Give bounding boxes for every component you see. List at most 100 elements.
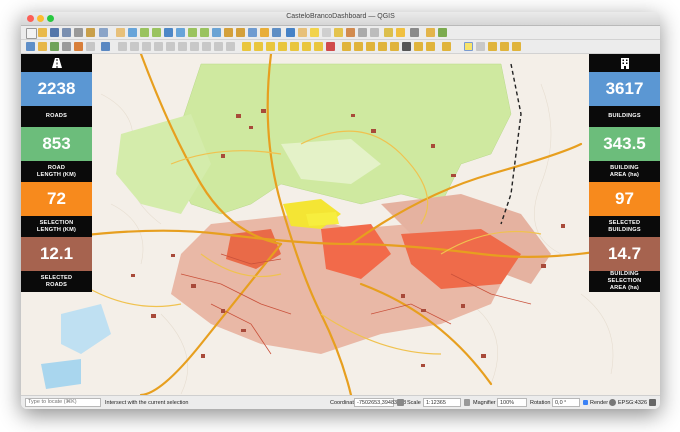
add-raster-layer-icon[interactable] <box>50 42 59 51</box>
cut-features-icon[interactable] <box>178 42 187 51</box>
locator-search-input[interactable] <box>25 398 101 407</box>
style-manager-icon[interactable] <box>99 28 108 37</box>
magnifier-label: Magnifier <box>473 400 496 406</box>
zoom-rubber-icon[interactable] <box>164 28 173 37</box>
selected-buildings-value: 97 <box>589 182 660 216</box>
split-icon[interactable] <box>366 42 375 51</box>
delete-selected-icon[interactable] <box>166 42 175 51</box>
magnifier-field[interactable]: 100% <box>497 398 527 407</box>
zoom-selection-icon[interactable] <box>188 28 197 37</box>
copy-features-icon[interactable] <box>190 42 199 51</box>
zoom-full-icon[interactable] <box>176 28 185 37</box>
zoom-in-icon[interactable] <box>140 28 149 37</box>
processing-icon[interactable] <box>442 42 451 51</box>
building-area-value: 343.5 <box>589 127 660 161</box>
left-stats-panel: 2238 ROADS 853 ROAD LENGTH (KM) 72 SELEC… <box>21 54 92 292</box>
identify-icon[interactable] <box>286 28 295 37</box>
crs-label[interactable]: EPSG:4326 <box>618 399 647 407</box>
map-tips-icon[interactable] <box>384 28 393 37</box>
zoom-last-icon[interactable] <box>224 28 233 37</box>
refresh-icon[interactable] <box>272 28 281 37</box>
roads-count: 2238 <box>21 72 92 106</box>
coordinate-field[interactable]: -7502653,39483058 <box>354 398 406 407</box>
move-label-icon[interactable] <box>278 42 287 51</box>
right-stats-panel: 3617 BUILDINGS 343.5 BUILDING AREA (ha) … <box>589 54 660 292</box>
open-project-icon[interactable] <box>38 28 47 37</box>
editing-toolbar <box>21 40 660 54</box>
select-feature-icon[interactable] <box>298 28 307 37</box>
save-as-icon[interactable] <box>62 28 71 37</box>
add-feature-icon[interactable] <box>142 42 151 51</box>
select-location-icon[interactable] <box>512 42 521 51</box>
toggle-editing-icon[interactable] <box>101 42 110 51</box>
simplify-icon[interactable] <box>426 42 435 51</box>
print-layout-icon[interactable] <box>74 28 83 37</box>
rotation-field[interactable]: 0,0 ° <box>552 398 580 407</box>
layout-manager-icon[interactable] <box>86 28 95 37</box>
field-calculator-icon[interactable] <box>346 28 355 37</box>
pin-label-icon[interactable] <box>254 42 263 51</box>
change-label-icon[interactable] <box>302 42 311 51</box>
measure-icon[interactable] <box>370 28 379 37</box>
diagram-tool-icon[interactable] <box>314 42 323 51</box>
selected-roads-label: SELECTED ROADS <box>21 271 92 292</box>
scale-field[interactable]: 1:12365 <box>423 398 461 407</box>
annotation-icon[interactable] <box>396 28 405 37</box>
zoom-out-icon[interactable] <box>152 28 161 37</box>
lock-scale-icon[interactable] <box>464 399 470 406</box>
layer-styling-icon[interactable] <box>86 42 95 51</box>
rotate-label-icon[interactable] <box>290 42 299 51</box>
paste-features-icon[interactable] <box>202 42 211 51</box>
temporal-controller-icon[interactable] <box>260 28 269 37</box>
deselect-icon[interactable] <box>322 28 331 37</box>
offset-icon[interactable] <box>390 42 399 51</box>
save-edits-icon[interactable] <box>130 42 139 51</box>
pan-icon[interactable] <box>116 28 125 37</box>
building-area-label: BUILDING AREA (ha) <box>589 161 660 182</box>
label-colour-icon[interactable] <box>326 42 335 51</box>
zoom-layer-icon[interactable] <box>200 28 209 37</box>
selected-buildings-label: SELECTED BUILDINGS <box>589 216 660 237</box>
select-freehand-icon[interactable] <box>488 42 497 51</box>
selected-roads-value: 12.1 <box>21 237 92 271</box>
select-features-icon[interactable] <box>464 42 473 51</box>
select-radius-icon[interactable] <box>500 42 509 51</box>
save-project-icon[interactable] <box>50 28 59 37</box>
digitize-icon[interactable] <box>342 42 351 51</box>
plugin-icon[interactable] <box>438 28 447 37</box>
add-vector-layer-icon[interactable] <box>38 42 47 51</box>
main-toolbar <box>21 26 660 40</box>
render-checkbox[interactable] <box>583 400 588 405</box>
new-layer-icon[interactable] <box>74 42 83 51</box>
text-annotation-icon[interactable] <box>410 28 419 37</box>
data-source-manager-icon[interactable] <box>26 42 35 51</box>
pan-to-selection-icon[interactable] <box>128 28 137 37</box>
zoom-native-icon[interactable] <box>212 28 221 37</box>
title-bar: CasteloBrancoDashboard — QGIS <box>21 12 660 26</box>
gps-icon[interactable] <box>402 42 411 51</box>
pencil-icon[interactable] <box>118 42 127 51</box>
new-map-view-icon[interactable] <box>248 28 257 37</box>
road-icon <box>21 54 92 72</box>
redo-icon[interactable] <box>226 42 235 51</box>
map-canvas[interactable]: 2238 ROADS 853 ROAD LENGTH (KM) 72 SELEC… <box>21 54 660 395</box>
open-attribute-table-icon[interactable] <box>334 28 343 37</box>
python-console-icon[interactable] <box>426 28 435 37</box>
snap-icon[interactable] <box>354 42 363 51</box>
select-polygon-icon[interactable] <box>476 42 485 51</box>
globe-icon[interactable] <box>609 399 616 406</box>
statistics-icon[interactable] <box>358 28 367 37</box>
show-hide-label-icon[interactable] <box>266 42 275 51</box>
new-project-icon[interactable] <box>26 28 37 39</box>
extents-icon[interactable] <box>397 399 404 406</box>
road-length-label: ROAD LENGTH (KM) <box>21 161 92 182</box>
vertex-tool-icon[interactable] <box>154 42 163 51</box>
reshape-icon[interactable] <box>414 42 423 51</box>
select-by-value-icon[interactable] <box>310 28 319 37</box>
merge-icon[interactable] <box>378 42 387 51</box>
label-tool-icon[interactable] <box>242 42 251 51</box>
add-layer-icon[interactable] <box>62 42 71 51</box>
zoom-next-icon[interactable] <box>236 28 245 37</box>
messages-icon[interactable] <box>649 399 656 406</box>
undo-icon[interactable] <box>214 42 223 51</box>
